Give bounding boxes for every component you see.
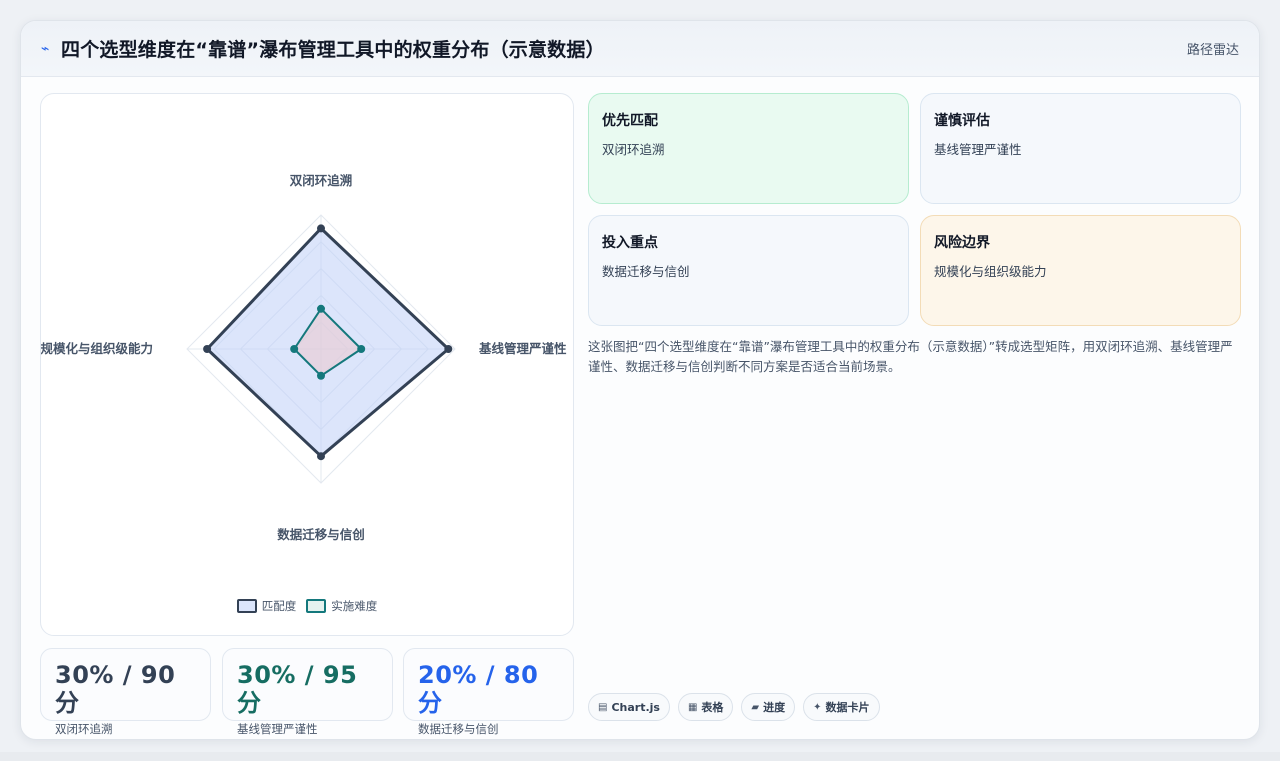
stat-value: 20% / 80分 bbox=[418, 661, 539, 717]
stat-card-traceability: 30% / 90分 双闭环追溯 bbox=[40, 648, 211, 736]
chart-description: 这张图把“四个选型维度在“靠谱”瀑布管理工具中的权重分布（示意数据）”转成选型矩… bbox=[588, 339, 1233, 374]
legend-item-match[interactable]: 匹配度 bbox=[236, 598, 297, 614]
tile-priority-match: 优先匹配 双闭环追溯 bbox=[588, 93, 909, 204]
radar-point bbox=[317, 371, 325, 380]
stat-value: 30% / 95分 bbox=[237, 661, 358, 717]
main-card: ⌁ 四个选型维度在“靠谱”瀑布管理工具中的权重分布（示意数据） 路径雷达 双闭环… bbox=[20, 20, 1260, 740]
stat-label: 数据迁移与信创 bbox=[418, 722, 499, 736]
tile-investment-focus: 投入重点 数据迁移与信创 bbox=[588, 215, 909, 326]
radar-point bbox=[317, 304, 325, 313]
chip-label: 表格 bbox=[701, 701, 724, 714]
page-title: 四个选型维度在“靠谱”瀑布管理工具中的权重分布（示意数据） bbox=[61, 39, 605, 61]
chart-legend: 匹配度 实施难度 bbox=[41, 598, 573, 614]
tile-title: 投入重点 bbox=[602, 235, 658, 251]
tile-risk-boundary: 风险边界 规模化与组织级能力 bbox=[920, 215, 1241, 326]
tile-title: 谨慎评估 bbox=[934, 113, 990, 129]
header: ⌁ 四个选型维度在“靠谱”瀑布管理工具中的权重分布（示意数据） 路径雷达 bbox=[21, 21, 1259, 77]
radar-axis-label: 数据迁移与信创 bbox=[276, 527, 365, 542]
radar-axis-label: 规模化与组织级能力 bbox=[41, 341, 153, 356]
stat-label: 基线管理严谨性 bbox=[237, 722, 318, 736]
radar-point bbox=[444, 345, 453, 353]
radar-axis-label: 基线管理严谨性 bbox=[478, 341, 567, 356]
stat-label: 双闭环追溯 bbox=[55, 722, 113, 736]
legend-swatch-difficulty bbox=[306, 599, 327, 613]
radar-axis-label: 双闭环追溯 bbox=[289, 173, 353, 188]
tile-subtitle: 双闭环追溯 bbox=[602, 142, 665, 157]
bottom-strip bbox=[0, 752, 1280, 761]
tile-careful-evaluation: 谨慎评估 基线管理严谨性 bbox=[920, 93, 1241, 204]
tile-title: 优先匹配 bbox=[602, 113, 658, 129]
stat-value: 30% / 90分 bbox=[55, 661, 176, 717]
stat-card-baseline: 30% / 95分 基线管理严谨性 bbox=[222, 648, 393, 736]
tile-title: 风险边界 bbox=[934, 235, 990, 251]
chip-label: Chart.js bbox=[611, 700, 660, 714]
chip-label: 数据卡片 bbox=[825, 701, 870, 714]
legend-item-difficulty[interactable]: 实施难度 bbox=[306, 598, 377, 614]
stat-card-migration: 20% / 80分 数据迁移与信创 bbox=[403, 648, 574, 736]
sparkle-icon: ✦ bbox=[813, 701, 822, 713]
tile-subtitle: 规模化与组织级能力 bbox=[934, 264, 1047, 279]
chip-table[interactable]: ▦ 表格 bbox=[677, 693, 734, 721]
tag-chips: ▤ Chart.js ▦ 表格 ▰ 进度 ✦ 数据卡片 bbox=[588, 693, 880, 721]
radar-point bbox=[317, 224, 325, 233]
radar-chart-panel: 双闭环追溯基线管理严谨性数据迁移与信创 规模化与组织级能力 匹配度 实施难度 bbox=[40, 93, 574, 636]
pulse-icon: ⌁ bbox=[41, 40, 50, 57]
chart-icon: ▤ bbox=[598, 701, 608, 713]
radar-point bbox=[357, 345, 366, 353]
chip-label: 进度 bbox=[763, 701, 786, 714]
page-subtitle: 路径雷达 bbox=[1186, 43, 1239, 58]
chip-progress[interactable]: ▰ 进度 bbox=[741, 693, 796, 721]
progress-icon: ▰ bbox=[751, 701, 760, 713]
legend-label-difficulty: 实施难度 bbox=[331, 599, 378, 613]
radar-point bbox=[317, 452, 325, 461]
legend-label-match: 匹配度 bbox=[261, 599, 297, 613]
chip-data-cards[interactable]: ✦ 数据卡片 bbox=[803, 693, 880, 721]
legend-swatch-match bbox=[236, 599, 257, 613]
table-icon: ▦ bbox=[687, 701, 698, 713]
tile-subtitle: 基线管理严谨性 bbox=[934, 142, 1022, 157]
tile-subtitle: 数据迁移与信创 bbox=[602, 264, 690, 279]
radar-chart: 双闭环追溯基线管理严谨性数据迁移与信创 规模化与组织级能力 bbox=[41, 173, 567, 542]
chip-chartjs[interactable]: ▤ Chart.js bbox=[588, 693, 670, 721]
radar-point bbox=[290, 345, 299, 353]
radar-point bbox=[203, 345, 212, 353]
